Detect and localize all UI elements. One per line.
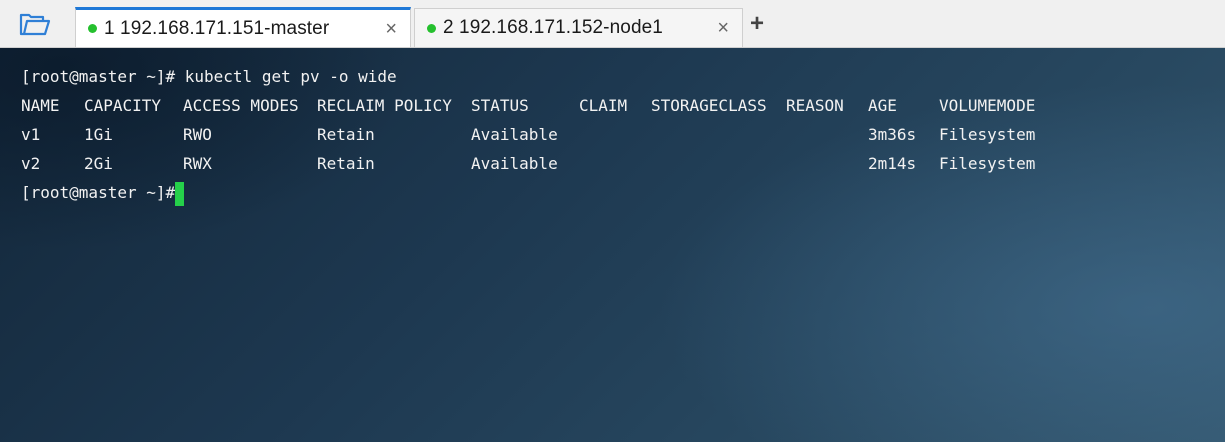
table-header: NAME CAPACITY ACCESS MODES RECLAIM POLIC… xyxy=(21,95,1121,117)
pv-name: v2 xyxy=(21,154,41,173)
close-icon[interactable]: × xyxy=(385,19,397,39)
pv-capacity: 1Gi xyxy=(84,125,113,144)
pv-volumemode: Filesystem xyxy=(939,125,1036,144)
terminal-cursor xyxy=(175,182,184,206)
connected-status-icon xyxy=(88,24,97,33)
shell-prompt: [root@master ~]# xyxy=(21,183,176,202)
close-icon[interactable]: × xyxy=(717,18,729,38)
table-row: v1 1Gi RWO Retain Available 3m36s Filesy… xyxy=(21,124,1121,146)
pv-age: 2m14s xyxy=(868,154,917,173)
column-header: STORAGECLASS xyxy=(651,96,767,115)
tab-session-2[interactable]: 2 192.168.171.152-node1 × xyxy=(414,8,743,47)
command-line: [root@master ~]# kubectl get pv -o wide xyxy=(21,67,397,86)
column-header: ACCESS MODES xyxy=(183,96,299,115)
pv-reclaim-policy: Retain xyxy=(317,154,375,173)
add-tab-button[interactable]: + xyxy=(750,12,764,36)
table-row: v2 2Gi RWX Retain Available 2m14s Filesy… xyxy=(21,153,1121,175)
column-header: REASON xyxy=(786,96,844,115)
column-header: CAPACITY xyxy=(84,96,162,115)
pv-volumemode: Filesystem xyxy=(939,154,1036,173)
column-header: RECLAIM POLICY xyxy=(317,96,452,115)
tab-label: 1 192.168.171.151-master xyxy=(104,17,330,39)
tab-session-1[interactable]: 1 192.168.171.151-master × xyxy=(75,7,411,47)
folder-open-icon[interactable] xyxy=(18,10,52,40)
column-header: VOLUMEMODE xyxy=(939,96,1036,115)
column-header: NAME xyxy=(21,96,60,115)
pv-name: v1 xyxy=(21,125,41,144)
tab-label: 2 192.168.171.152-node1 xyxy=(443,17,663,38)
terminal-output[interactable]: [root@master ~]# kubectl get pv -o wide … xyxy=(0,48,1225,442)
pv-reclaim-policy: Retain xyxy=(317,125,375,144)
column-header: AGE xyxy=(868,96,897,115)
column-header: STATUS xyxy=(471,96,529,115)
tab-bar: 1 192.168.171.151-master × 2 192.168.171… xyxy=(0,0,1225,48)
pv-status: Available xyxy=(471,125,558,144)
pv-access-modes: RWO xyxy=(183,125,212,144)
pv-capacity: 2Gi xyxy=(84,154,113,173)
pv-status: Available xyxy=(471,154,558,173)
pv-access-modes: RWX xyxy=(183,154,212,173)
column-header: CLAIM xyxy=(579,96,628,115)
pv-age: 3m36s xyxy=(868,125,917,144)
connected-status-icon xyxy=(427,23,436,33)
